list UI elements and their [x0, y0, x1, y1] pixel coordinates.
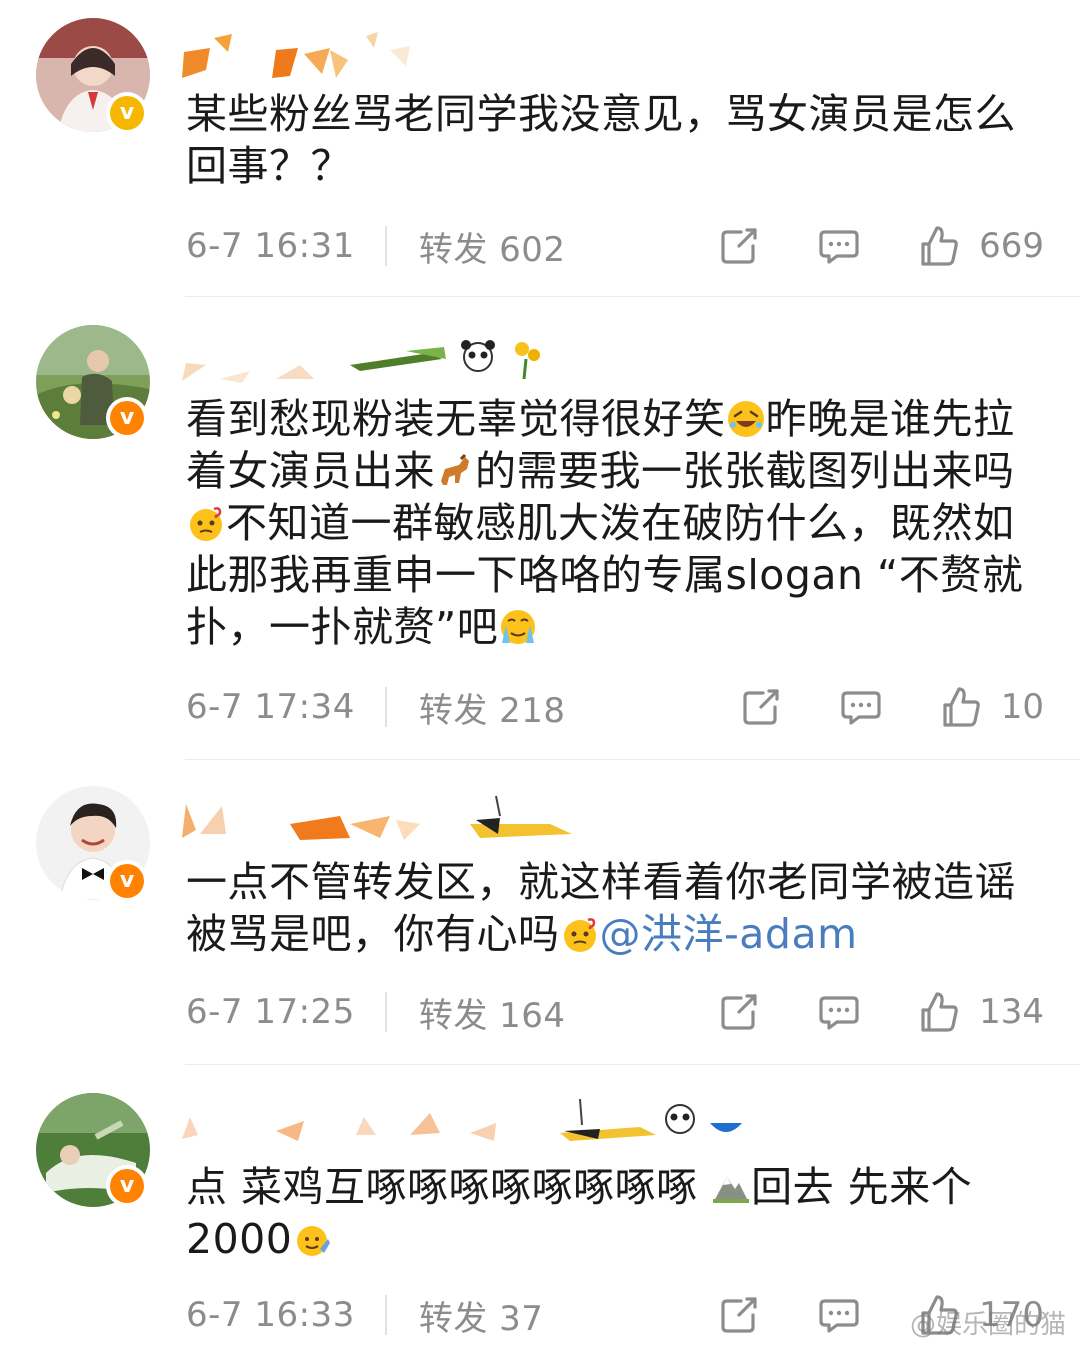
repost-number: 37 — [499, 1298, 544, 1339]
repost-label: 转发 — [418, 1298, 488, 1339]
verified-badge: v — [106, 1165, 148, 1207]
comment-meta: 6-7 16:31 转发 602 669 — [186, 222, 1044, 270]
like-icon[interactable] — [939, 685, 983, 729]
share-icon[interactable] — [717, 990, 761, 1034]
redacted-name-icon — [182, 1098, 742, 1141]
action-bar: 669 — [661, 224, 1044, 268]
verified-badge: v — [106, 860, 148, 902]
comment-item: v 某些粉丝骂老同学我没意见，骂女演员是怎么回事？？ 6-7 16:31 转发 … — [0, 0, 1080, 296]
timestamp: 6-7 16:33 — [186, 1295, 355, 1335]
meta-divider — [384, 1295, 387, 1335]
comment-text-segment: 某些粉丝骂老同学我没意见，骂女演员是怎么回事？？ — [186, 90, 1016, 190]
repost-count[interactable]: 转发 37 — [419, 1291, 544, 1340]
comment-item: v 看到愁现粉装无辜觉得很好笑 昨晚是谁先拉着女演员出来 的需要我一张张截图列出来吗… — [0, 297, 1080, 759]
v-icon: v — [110, 401, 144, 435]
redacted-name-icon — [182, 340, 540, 383]
mention-link[interactable]: @洪洋-adam — [600, 910, 858, 958]
meta-divider — [384, 992, 387, 1032]
rofl-emoji — [726, 399, 766, 439]
comment-text-segment: 不知道一群敏感肌大泼在破防什么，既然如此那我再重申一下咯咯的专属slogan “… — [186, 499, 1024, 651]
comment-item: v 一点不管转发区，就这样看着你老同学被造谣被骂是吧，你有心吗 @洪洋-adam … — [0, 760, 1080, 1064]
comment-text-segment: 看到愁现粉装无辜觉得很好笑 — [186, 395, 726, 443]
like-count: 134 — [979, 992, 1044, 1032]
verified-badge: v — [106, 92, 148, 134]
repost-count[interactable]: 转发 602 — [419, 222, 566, 271]
timestamp: 6-7 17:25 — [186, 992, 355, 1032]
comment-icon[interactable] — [817, 224, 861, 268]
comment-icon[interactable] — [839, 685, 883, 729]
comment-icon[interactable] — [817, 990, 861, 1034]
like-count: 669 — [979, 226, 1044, 266]
question-face-emoji — [560, 914, 600, 954]
comment-text-segment: 点 菜鸡互啄啄啄啄啄啄啄啄 — [186, 1163, 712, 1211]
comment-text: 一点不管转发区，就这样看着你老同学被造谣被骂是吧，你有心吗 @洪洋-adam — [186, 856, 1050, 960]
comment-text: 看到愁现粉装无辜觉得很好笑 昨晚是谁先拉着女演员出来 的需要我一张张截图列出来吗不知… — [186, 393, 1050, 653]
share-icon[interactable] — [739, 685, 783, 729]
crying-emoji — [498, 607, 538, 647]
comment-meta: 6-7 17:34 转发 218 10 — [186, 683, 1044, 731]
action-bar: 10 — [683, 685, 1044, 729]
v-icon: v — [110, 96, 144, 130]
username-redacted[interactable] — [180, 335, 560, 385]
like-icon[interactable] — [917, 224, 961, 268]
repost-count[interactable]: 转发 164 — [419, 988, 566, 1037]
action-bar: 134 — [661, 990, 1044, 1034]
waving-emoji — [292, 1219, 332, 1259]
v-icon: v — [110, 1169, 144, 1203]
question-face-emoji — [186, 503, 226, 543]
timestamp: 6-7 17:34 — [186, 687, 355, 727]
repost-label: 转发 — [418, 229, 488, 270]
share-icon[interactable] — [717, 224, 761, 268]
repost-number: 218 — [499, 690, 566, 731]
v-icon: v — [110, 864, 144, 898]
comment-icon[interactable] — [817, 1293, 861, 1337]
redacted-name-icon — [182, 32, 410, 78]
watermark: @娱乐圈的猫 — [909, 1310, 1066, 1340]
timestamp: 6-7 16:31 — [186, 226, 355, 266]
like-icon[interactable] — [917, 990, 961, 1034]
repost-label: 转发 — [418, 690, 488, 731]
repost-number: 602 — [499, 229, 566, 270]
comment-text: 点 菜鸡互啄啄啄啄啄啄啄啄 回去 先来个2000 — [186, 1161, 1050, 1265]
redacted-name-icon — [182, 795, 572, 840]
horse-emoji — [435, 451, 475, 491]
repost-count[interactable]: 转发 218 — [419, 683, 566, 732]
mountain-emoji — [711, 1167, 751, 1207]
repost-number: 164 — [499, 995, 566, 1036]
comment-text-segment: 的需要我一张张截图列出来吗 — [475, 447, 1015, 495]
share-icon[interactable] — [717, 1293, 761, 1337]
repost-label: 转发 — [418, 995, 488, 1036]
meta-divider — [384, 226, 387, 266]
username-redacted[interactable] — [180, 794, 600, 844]
username-redacted[interactable] — [180, 30, 480, 80]
meta-divider — [384, 687, 387, 727]
verified-badge: v — [106, 397, 148, 439]
username-redacted[interactable] — [180, 1095, 760, 1145]
like-count: 10 — [1000, 687, 1044, 727]
comment-meta: 6-7 17:25 转发 164 134 — [186, 988, 1044, 1036]
comment-text: 某些粉丝骂老同学我没意见，骂女演员是怎么回事？？ — [186, 88, 1050, 192]
